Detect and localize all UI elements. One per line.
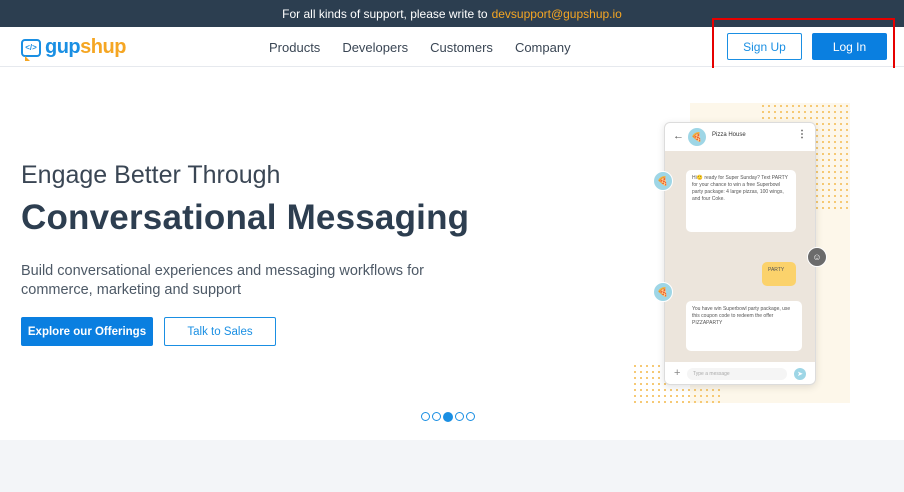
nav-products[interactable]: Products (269, 40, 320, 55)
pizza-avatar-icon: 🍕 (688, 128, 706, 146)
chat-contact-name: Pizza House (712, 132, 746, 138)
phone-mockup: ← 🍕 Pizza House ⋮ Hi🙂 ready for Super Su… (664, 122, 816, 385)
log-in-button[interactable]: Log In (812, 33, 887, 60)
support-email-link[interactable]: devsupport@gupshup.io (492, 7, 622, 21)
carousel-dots (421, 412, 475, 422)
user-avatar-icon: ☺ (807, 247, 827, 267)
carousel-dot[interactable] (432, 412, 441, 421)
hero-subtitle: Engage Better Through (21, 161, 281, 189)
hero-description: Build conversational experiences and mes… (21, 263, 424, 298)
nav-developers[interactable]: Developers (342, 40, 408, 55)
more-options-icon: ⋮ (797, 129, 807, 140)
nav-company[interactable]: Company (515, 40, 571, 55)
chat-input-bar: + Type a message ➤ (665, 362, 815, 384)
pizza-avatar-icon: 🍕 (653, 282, 673, 302)
gupshup-logo[interactable]: </> gupshup (21, 36, 126, 61)
carousel-dot-active[interactable] (443, 412, 453, 422)
support-text: For all kinds of support, please write t… (282, 6, 488, 21)
explore-offerings-button[interactable]: Explore our Offerings (21, 317, 153, 346)
nav-customers[interactable]: Customers (430, 40, 493, 55)
sign-up-button[interactable]: Sign Up (727, 33, 802, 60)
chat-header: ← 🍕 Pizza House ⋮ (665, 123, 815, 151)
plus-icon: + (674, 367, 681, 379)
carousel-dot[interactable] (455, 412, 464, 421)
pizza-avatar-icon: 🍕 (653, 171, 673, 191)
message-input: Type a message (687, 368, 787, 380)
hero-title: Conversational Messaging (21, 198, 470, 237)
carousel-dot[interactable] (466, 412, 475, 421)
incoming-message: Hi🙂 ready for Super Sunday? Text PARTY f… (686, 170, 796, 232)
outgoing-message: PARTY (762, 262, 796, 286)
logo-wordmark: gupshup (45, 36, 126, 58)
chat-code-icon: </> (21, 38, 41, 61)
section-divider (0, 440, 904, 492)
incoming-message: You have win Superbowl party package, us… (686, 301, 802, 351)
send-icon: ➤ (794, 368, 806, 380)
back-arrow-icon: ← (673, 130, 684, 142)
main-menu: Products Developers Customers Company (269, 27, 593, 67)
talk-to-sales-button[interactable]: Talk to Sales (164, 317, 276, 346)
carousel-dot[interactable] (421, 412, 430, 421)
hero-section: Engage Better Through Conversational Mes… (0, 68, 904, 440)
